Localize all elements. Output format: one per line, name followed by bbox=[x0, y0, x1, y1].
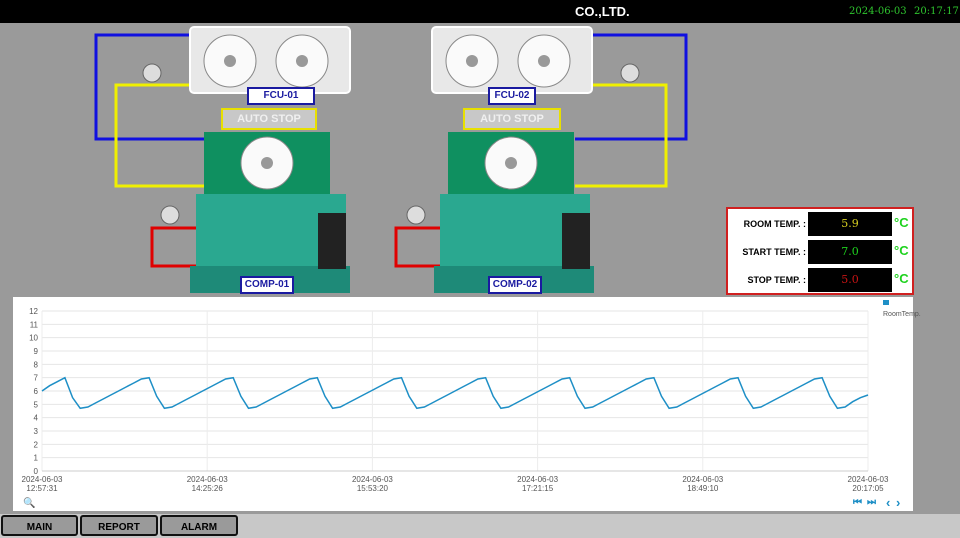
fcu-01-label[interactable]: FCU-01 bbox=[247, 87, 315, 105]
gauge-icon bbox=[142, 63, 162, 83]
x-tick-label: 14:25:26 bbox=[192, 484, 224, 493]
x-tick-label: 2024-06-03 bbox=[517, 475, 558, 484]
room-temp-row: ROOM TEMP. : 5.9 °C bbox=[728, 211, 912, 237]
stop-temp-unit: °C bbox=[894, 271, 909, 286]
chart-legend[interactable]: RoomTemp. bbox=[883, 298, 921, 320]
y-tick-label: 5 bbox=[34, 400, 39, 409]
refrigeration-diagram bbox=[94, 26, 688, 293]
header-bar: CO.,LTD. 2024-06-03 20:17:17 bbox=[0, 0, 960, 23]
alarm-button[interactable]: ALARM bbox=[160, 515, 238, 536]
room-temp-value: 5.9 bbox=[808, 212, 892, 236]
y-tick-label: 4 bbox=[34, 414, 39, 423]
y-tick-label: 11 bbox=[30, 320, 39, 329]
y-tick-label: 3 bbox=[34, 427, 39, 436]
room-temp-unit: °C bbox=[894, 215, 909, 230]
start-temp-unit: °C bbox=[894, 243, 909, 258]
last-page-icon[interactable]: ⏭ bbox=[867, 497, 876, 508]
bottom-nav: MAIN REPORT ALARM bbox=[0, 514, 960, 538]
gauge-icon bbox=[160, 205, 180, 225]
stop-temp-row: STOP TEMP. : 5.0 °C bbox=[728, 267, 912, 293]
unit-2-status: AUTO STOP bbox=[463, 108, 561, 130]
unit-2-graphic bbox=[406, 26, 640, 293]
main-button[interactable]: MAIN bbox=[1, 515, 78, 536]
room-temp-label: ROOM TEMP. : bbox=[743, 219, 806, 229]
y-tick-label: 9 bbox=[34, 347, 39, 356]
fcu-02-label[interactable]: FCU-02 bbox=[488, 87, 536, 105]
x-tick-label: 2024-06-03 bbox=[22, 475, 63, 484]
x-tick-label: 2024-06-03 bbox=[682, 475, 723, 484]
x-tick-label: 18:49:10 bbox=[687, 484, 719, 493]
start-temp-row: START TEMP. : 7.0 °C bbox=[728, 239, 912, 265]
stop-temp-value[interactable]: 5.0 bbox=[808, 268, 892, 292]
header-time: 20:17:17 bbox=[914, 6, 959, 17]
y-tick-label: 10 bbox=[29, 334, 38, 343]
y-tick-label: 2 bbox=[34, 440, 39, 449]
series-line-roomtemp bbox=[41, 376, 869, 410]
temperature-panel: ROOM TEMP. : 5.9 °C START TEMP. : 7.0 °C… bbox=[726, 207, 914, 295]
first-page-icon[interactable]: ⏮ bbox=[853, 497, 862, 508]
y-tick-label: 1 bbox=[34, 454, 39, 463]
x-tick-label: 2024-06-03 bbox=[352, 475, 393, 484]
stop-temp-label: STOP TEMP. : bbox=[747, 275, 806, 285]
comp-02-label[interactable]: COMP-02 bbox=[488, 276, 542, 294]
y-tick-label: 6 bbox=[34, 387, 39, 396]
zoom-icon[interactable]: 🔍 bbox=[23, 498, 35, 509]
y-tick-label: 12 bbox=[29, 307, 38, 316]
x-tick-label: 17:21:15 bbox=[522, 484, 554, 493]
start-temp-value[interactable]: 7.0 bbox=[808, 240, 892, 264]
x-tick-label: 2024-06-03 bbox=[187, 475, 228, 484]
gauge-icon bbox=[406, 205, 426, 225]
company-name: CO.,LTD. bbox=[575, 4, 630, 19]
prev-icon[interactable]: ‹ bbox=[886, 495, 890, 510]
unit-1-status: AUTO STOP bbox=[221, 108, 317, 130]
header-date: 2024-06-03 bbox=[849, 6, 907, 17]
comp-01-label[interactable]: COMP-01 bbox=[240, 276, 294, 294]
y-tick-label: 8 bbox=[34, 360, 39, 369]
next-icon[interactable]: › bbox=[896, 495, 900, 510]
unit-1-graphic bbox=[142, 26, 351, 293]
x-tick-label: 12:57:31 bbox=[26, 484, 58, 493]
room-temp-chart: 0 1 2 3 4 5 6 7 8 9 10 11 12 2024-06-03 12:57:31 2024-0… bbox=[13, 297, 921, 511]
report-button[interactable]: REPORT bbox=[80, 515, 158, 536]
legend-swatch bbox=[883, 300, 889, 305]
x-tick-label: 2024-06-03 bbox=[848, 475, 889, 484]
x-tick-label: 15:53:20 bbox=[357, 484, 389, 493]
chart-svg: 01234567891011122024-06-0312:57:312024-0… bbox=[22, 307, 889, 493]
y-tick-label: 7 bbox=[34, 374, 39, 383]
gauge-icon bbox=[620, 63, 640, 83]
x-tick-label: 20:17:05 bbox=[852, 484, 884, 493]
start-temp-label: START TEMP. : bbox=[742, 247, 806, 257]
legend-label: RoomTemp. bbox=[883, 311, 921, 318]
